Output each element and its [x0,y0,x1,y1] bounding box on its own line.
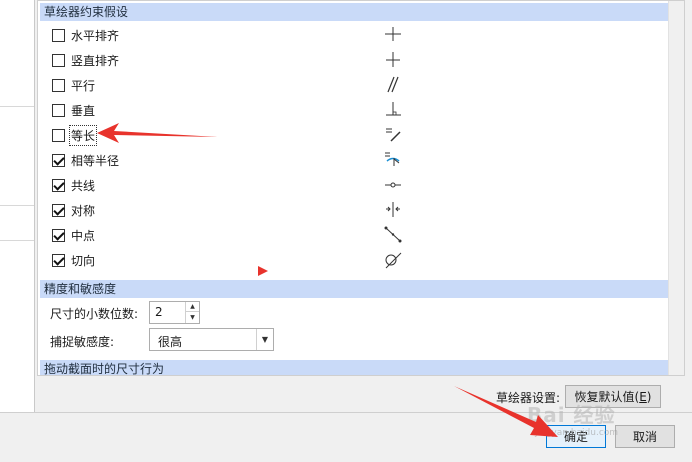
left-pane-divider [0,240,34,241]
equal-radius-icon [383,149,403,169]
checkbox[interactable] [52,128,65,142]
section-header-constraints: 草绘器约束假设 [40,3,669,21]
chevron-down-icon[interactable]: ▼ [256,329,273,350]
vertical-scrollbar[interactable] [668,1,684,375]
checkbox[interactable] [52,78,65,92]
symmetric-icon [383,199,403,219]
decimals-value: 2 [155,305,163,319]
checkbox[interactable] [52,28,65,42]
midpoint-icon [383,224,403,244]
vertical-align-icon [383,49,403,69]
restore-defaults-shortcut: E [639,389,647,404]
perpendicular-icon [383,99,403,119]
constraint-option-midpoint[interactable]: 中点 [52,226,95,244]
cancel-button[interactable]: 取消 [615,425,675,448]
restore-defaults-close: ) [646,389,652,404]
annotation-triangle-icon [258,266,268,276]
checkbox[interactable] [52,153,65,167]
decimals-spinner[interactable]: 2 ▲ ▼ [149,301,200,324]
horizontal-align-icon [383,24,403,44]
constraint-label: 相等半径 [71,153,120,168]
sensitivity-value: 很高 [158,335,183,349]
equal-length-icon [383,124,403,144]
spin-down-icon[interactable]: ▼ [186,312,199,322]
checkbox[interactable] [52,53,65,67]
spinner-arrows[interactable]: ▲ ▼ [185,302,199,323]
checkbox[interactable] [52,103,65,117]
checkbox[interactable] [52,203,65,217]
watermark-url: jingyan.baidu.com [535,428,619,438]
constraint-option-equal-length[interactable]: 等长 [52,124,98,146]
constraint-option-tangent[interactable]: 切向 [52,251,95,269]
parallel-icon [383,74,403,94]
left-pane-divider [0,106,34,107]
checkbox[interactable] [52,228,65,242]
options-panel: 草绘器约束假设 水平排齐 竖直排齐 平行 垂直 等长 相等半径 共线 对称 中点… [37,0,685,376]
constraint-option-vertical[interactable]: 竖直排齐 [52,51,119,69]
constraint-label: 平行 [71,78,96,93]
constraint-option-horizontal[interactable]: 水平排齐 [52,26,119,44]
sensitivity-label: 捕捉敏感度: [50,335,115,349]
tangent-icon [383,249,403,269]
watermark-logo: Bai 经验 [527,403,616,427]
constraint-label: 中点 [71,228,96,243]
collinear-icon [383,174,403,194]
checkbox[interactable] [52,178,65,192]
section-header-precision: 精度和敏感度 [40,280,669,298]
constraint-label: 共线 [71,178,96,193]
constraint-label: 对称 [71,203,96,218]
section-header-drag: 拖动截面时的尺寸行为 [40,360,669,375]
constraint-option-symmetric[interactable]: 对称 [52,201,95,219]
left-pane-divider [0,205,34,206]
decimals-label: 尺寸的小数位数: [50,307,139,321]
checkbox[interactable] [52,253,65,267]
constraint-label: 等长 [68,124,98,146]
sensitivity-select[interactable]: 很高 ▼ [149,328,274,351]
constraint-label: 垂直 [71,103,96,118]
constraint-option-collinear[interactable]: 共线 [52,176,95,194]
constraint-option-parallel[interactable]: 平行 [52,76,95,94]
constraint-label: 切向 [71,253,96,268]
left-navigation-pane [0,0,35,412]
constraint-option-perpendicular[interactable]: 垂直 [52,101,95,119]
spin-up-icon[interactable]: ▲ [186,302,199,312]
constraint-label: 竖直排齐 [71,53,120,68]
constraint-label: 水平排齐 [71,28,120,43]
constraint-option-equal-radius[interactable]: 相等半径 [52,151,119,169]
